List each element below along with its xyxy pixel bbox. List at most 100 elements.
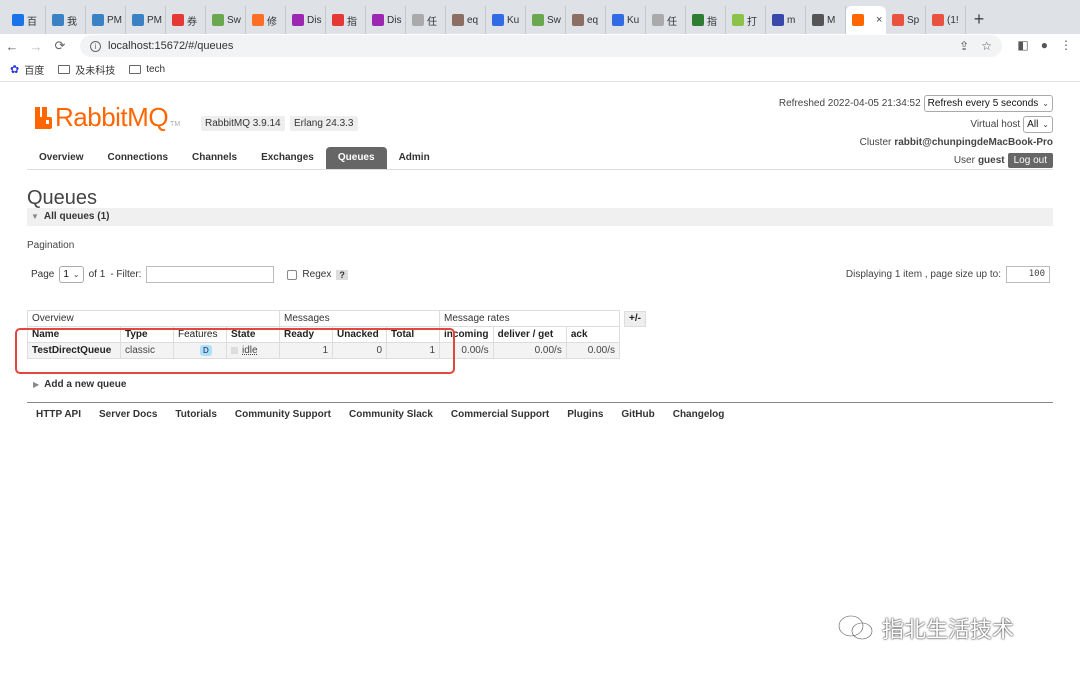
browser-tab[interactable]: (1! [926,6,966,34]
footer-community-slack[interactable]: Community Slack [349,409,433,420]
footer-commercial-support[interactable]: Commercial Support [451,409,549,420]
reload-icon[interactable]: ⟳ [48,38,72,54]
triangle-right-icon: ▶ [33,380,40,389]
browser-tab[interactable]: 任 [646,6,686,34]
footer-server-docs[interactable]: Server Docs [99,409,157,420]
main-nav: Overview Connections Channels Exchanges … [27,147,442,169]
tab-favicon-icon [292,14,304,26]
bookmark-folder-tech[interactable]: tech [129,64,165,75]
page-size-input[interactable]: 100 [1006,266,1050,283]
columns-toggle-button[interactable]: +/- [624,311,646,327]
browser-tab[interactable]: 百 [6,6,46,34]
browser-tab-active[interactable]: × [846,6,886,34]
tab-title: PM [147,14,162,26]
header-status: Refreshed 2022-04-05 21:34:52 Refresh ev… [779,94,1053,169]
erlang-version: Erlang 24.3.3 [290,116,358,131]
browser-tab[interactable]: eq [566,6,606,34]
filter-input[interactable] [146,266,275,283]
site-info-icon[interactable]: i [90,40,101,52]
browser-tab[interactable]: 任 [406,6,446,34]
browser-tab[interactable]: Ku [486,6,526,34]
queue-ack-rate: 0.00/s [565,342,621,359]
tab-favicon-icon [692,14,704,26]
address-bar[interactable]: i localhost:15672/#/queues ⇪ ☆ [80,35,1002,57]
add-new-queue-toggle[interactable]: ▶ Add a new queue [33,379,126,390]
browser-tab[interactable]: Sp [886,6,926,34]
bookmark-baidu[interactable]: ✿ 百度 [10,62,44,77]
browser-tab[interactable]: 指 [326,6,366,34]
all-queues-section-toggle[interactable]: ▼ All queues (1) [27,208,1053,226]
bookmarks-bar: ✿ 百度 及未科技 tech [0,58,1080,82]
tab-exchanges[interactable]: Exchanges [249,147,326,169]
regex-checkbox[interactable] [287,269,298,280]
tab-title: eq [467,14,479,26]
tab-favicon-icon [172,14,184,26]
footer-tutorials[interactable]: Tutorials [175,409,216,420]
tab-favicon-icon [772,14,784,26]
wechat-icon [838,615,873,640]
cluster-label: Cluster [859,136,892,148]
profile-avatar-icon[interactable]: ● [1041,38,1048,52]
tab-title: 修 [267,16,277,28]
browser-tab[interactable]: Ku [606,6,646,34]
browser-tab[interactable]: Dis [286,6,326,34]
tab-admin[interactable]: Admin [387,147,442,169]
tab-title: PM [107,14,122,26]
tab-favicon-icon [332,14,344,26]
back-icon[interactable]: ← [0,39,24,54]
col-ack[interactable]: ack [565,326,621,343]
browser-tab[interactable]: m [766,6,806,34]
tab-queues[interactable]: Queues [325,147,387,169]
browser-tab[interactable]: Sw [526,6,566,34]
refreshed-label: Refreshed 2022-04-05 21:34:52 [778,97,921,109]
browser-tab[interactable]: 修 [246,6,286,34]
tab-favicon-icon [812,14,824,26]
footer-github[interactable]: GitHub [621,409,654,420]
tab-title: m [787,14,796,26]
refresh-interval-select[interactable]: Refresh every 5 seconds ⌄ [923,94,1053,112]
tab-overview[interactable]: Overview [27,147,95,169]
new-tab-button[interactable]: + [966,6,992,34]
vhost-select[interactable]: All ⌄ [1023,115,1053,133]
tab-favicon-icon [212,14,224,26]
footer-plugins[interactable]: Plugins [567,409,603,420]
user-name: guest [977,154,1005,166]
browser-tab[interactable]: PM [126,6,166,34]
browser-tab[interactable]: M [806,6,846,34]
highlight-annotation-box [15,328,455,374]
browser-tab[interactable]: Dis [366,6,406,34]
tab-title: Dis [307,14,322,26]
browser-tab[interactable]: Sw [206,6,246,34]
tab-connections[interactable]: Connections [95,147,180,169]
tab-close-icon[interactable]: × [876,14,882,26]
browser-tab[interactable]: PM [86,6,126,34]
tab-title: 指 [707,16,717,28]
browser-tab[interactable]: 我 [46,6,86,34]
cluster-name: rabbit@chunpingdeMacBook-Pro [894,136,1053,148]
tab-channels[interactable]: Channels [180,147,249,169]
regex-help-button[interactable]: ? [336,269,348,280]
baidu-paw-icon: ✿ [10,64,20,76]
browser-tab[interactable]: 打 [726,6,766,34]
tab-title: eq [587,14,599,26]
triangle-down-icon: ▼ [31,212,39,221]
footer-community-support[interactable]: Community Support [235,409,331,420]
page-select[interactable]: 1 ⌄ [59,266,84,283]
bookmark-folder-jiwei[interactable]: 及未科技 [58,62,115,77]
browser-tab[interactable]: 券 [166,6,206,34]
logout-button[interactable]: Log out [1007,152,1053,168]
footer-changelog[interactable]: Changelog [673,409,725,420]
folder-icon [129,65,142,74]
col-deliver-get[interactable]: deliver / get [492,326,567,343]
chevron-down-icon: ⌄ [72,270,80,279]
browser-tab[interactable]: eq [446,6,486,34]
sidebar-icon[interactable]: ◧ [1017,38,1028,52]
forward-icon[interactable]: → [24,39,48,54]
rabbitmq-logo[interactable]: RabbitMQ TM [35,102,180,133]
tab-favicon-icon [372,14,384,26]
share-icon[interactable]: ⇪ [959,39,969,53]
browser-tab[interactable]: 指 [686,6,726,34]
menu-kebab-icon[interactable]: ⋮ [1060,38,1072,52]
footer-http-api[interactable]: HTTP API [36,409,81,420]
bookmark-star-icon[interactable]: ☆ [981,39,992,53]
